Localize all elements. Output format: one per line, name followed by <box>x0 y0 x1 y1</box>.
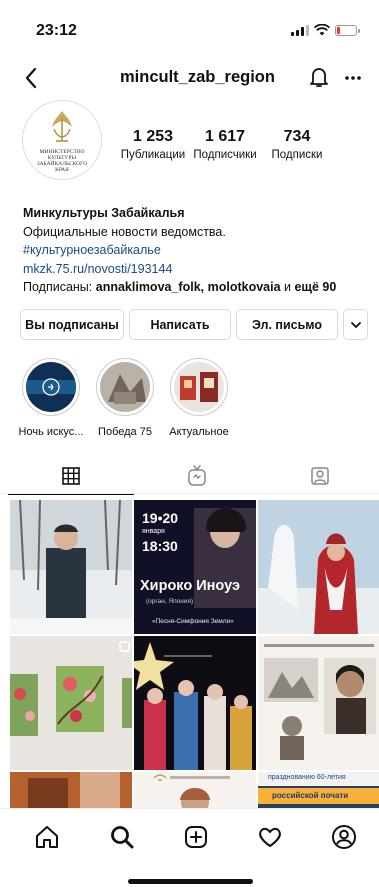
post-thumbnail[interactable] <box>134 636 256 770</box>
profile-stats: 1 253 Публикации 1 617 Подписчики 734 По… <box>118 128 358 168</box>
posts-grid: 19•20 января 18:30 Хироко Иноуэ (орган, … <box>10 500 379 808</box>
profile-display-name: Минкультуры Забайкалья <box>23 206 185 220</box>
igtv-icon <box>188 465 206 486</box>
post-thumbnail[interactable] <box>258 500 379 634</box>
status-time: 23:12 <box>36 22 77 39</box>
post-thumbnail[interactable] <box>10 500 132 634</box>
stat-posts-label: Публикации <box>120 149 186 161</box>
story-highlights: Ночь искус... Победа 75 Актуальное <box>0 358 379 448</box>
stat-posts[interactable]: 1 253 Публикации <box>118 128 188 161</box>
post-time: 18:30 <box>142 538 178 554</box>
followed-by-names: annaklimova_folk, molotkovaia <box>95 280 281 294</box>
stat-following-value: 734 <box>283 128 311 145</box>
status-icons <box>291 24 360 36</box>
highlight-cover-image <box>26 362 76 412</box>
message-button[interactable]: Написать <box>129 309 231 340</box>
stat-following-label: Подписки <box>271 149 323 161</box>
highlight-item[interactable]: Победа 75 <box>90 358 160 438</box>
tagged-user-icon <box>311 467 329 485</box>
tab-grid[interactable] <box>8 458 134 495</box>
chevron-down-icon <box>350 321 361 328</box>
followed-by-prefix: Подписаны: <box>23 280 96 294</box>
profile-tabs <box>0 458 379 495</box>
post-banner-title: российской почати <box>272 791 349 800</box>
profile-icon[interactable] <box>330 823 358 851</box>
highlight-label: Ночь искус... <box>18 426 84 438</box>
profile-bio: Минкультуры Забайкалья Официальные новос… <box>23 204 363 297</box>
avatar-caption: Министерство культуры Забайкальского кра… <box>36 149 88 173</box>
highlight-item[interactable]: Ночь искус... <box>16 358 86 438</box>
highlight-label: Победа 75 <box>98 426 152 438</box>
heart-icon[interactable] <box>256 823 284 851</box>
bottom-navigation <box>0 808 379 864</box>
post-banner-text: празднованию 60-летия <box>268 774 346 781</box>
grid-icon <box>62 467 80 485</box>
highlight-cover-frame <box>22 358 80 416</box>
profile-description: Официальные новости ведомства. <box>23 224 226 239</box>
post-date-number: 19•20 <box>142 510 179 526</box>
stat-following[interactable]: 734 Подписки <box>264 128 330 161</box>
stat-posts-value: 1 253 <box>132 128 174 145</box>
post-thumbnail[interactable]: 19•20 января 18:30 Хироко Иноуэ (орган, … <box>134 500 256 634</box>
wifi-icon <box>314 24 330 36</box>
profile-website-link[interactable]: mkzk.75.ru/novosti/193144 <box>23 260 363 279</box>
suggested-dropdown-button[interactable] <box>343 309 368 340</box>
highlight-cover-frame <box>96 358 154 416</box>
bell-icon[interactable] <box>307 64 331 90</box>
ministry-logo-icon <box>52 111 72 142</box>
post-thumbnail[interactable] <box>134 772 256 808</box>
followed-by-mid: и <box>280 280 295 294</box>
stat-followers[interactable]: 1 617 Подписчики <box>190 128 260 161</box>
followed-by-more: ещё 90 <box>294 280 337 294</box>
followed-by[interactable]: Подписаны: annaklimova_folk, molotkovaia… <box>23 278 363 297</box>
profile-username: mincult_zab_region <box>120 68 275 86</box>
new-post-icon[interactable] <box>182 823 210 851</box>
signal-icon <box>291 24 309 36</box>
post-month: января <box>142 528 165 535</box>
post-thumbnail[interactable] <box>10 636 132 770</box>
post-headline: Хироко Иноуэ <box>140 578 240 594</box>
email-button[interactable]: Эл. письмо <box>236 309 338 340</box>
stat-followers-label: Подписчики <box>193 149 257 161</box>
post-thumbnail[interactable]: празднованию 60-летия российской почати <box>258 772 379 808</box>
highlight-cover-image <box>100 362 150 412</box>
post-subtitle: (орган, Япония) <box>146 598 194 605</box>
post-thumbnail[interactable] <box>258 636 379 770</box>
profile-actions: Вы подписаны Написать Эл. письмо <box>20 309 368 342</box>
back-icon[interactable] <box>20 64 44 92</box>
highlight-cover-frame <box>170 358 228 416</box>
profile-header: mincult_zab_region <box>0 60 379 96</box>
status-bar: 23:12 <box>0 0 379 50</box>
battery-icon <box>335 24 360 36</box>
post-thumbnail[interactable] <box>10 772 132 808</box>
more-options-icon[interactable] <box>343 66 363 88</box>
home-indicator <box>128 879 253 884</box>
profile-avatar[interactable]: Министерство культуры Забайкальского кра… <box>22 100 102 180</box>
highlight-label: Актуальное <box>169 426 229 438</box>
stat-followers-value: 1 617 <box>204 128 246 145</box>
highlight-cover-image <box>174 362 224 412</box>
profile-hashtag-link[interactable]: #культурноезабайкалье <box>23 241 363 260</box>
highlight-item[interactable]: Актуальное <box>164 358 234 438</box>
search-icon[interactable] <box>108 823 136 851</box>
following-button[interactable]: Вы подписаны <box>20 309 124 340</box>
post-footer-text: «Песня-Симфония Земли» <box>152 618 234 625</box>
home-icon[interactable] <box>33 823 61 851</box>
tab-tagged[interactable] <box>257 458 379 494</box>
tab-igtv[interactable] <box>134 458 260 494</box>
